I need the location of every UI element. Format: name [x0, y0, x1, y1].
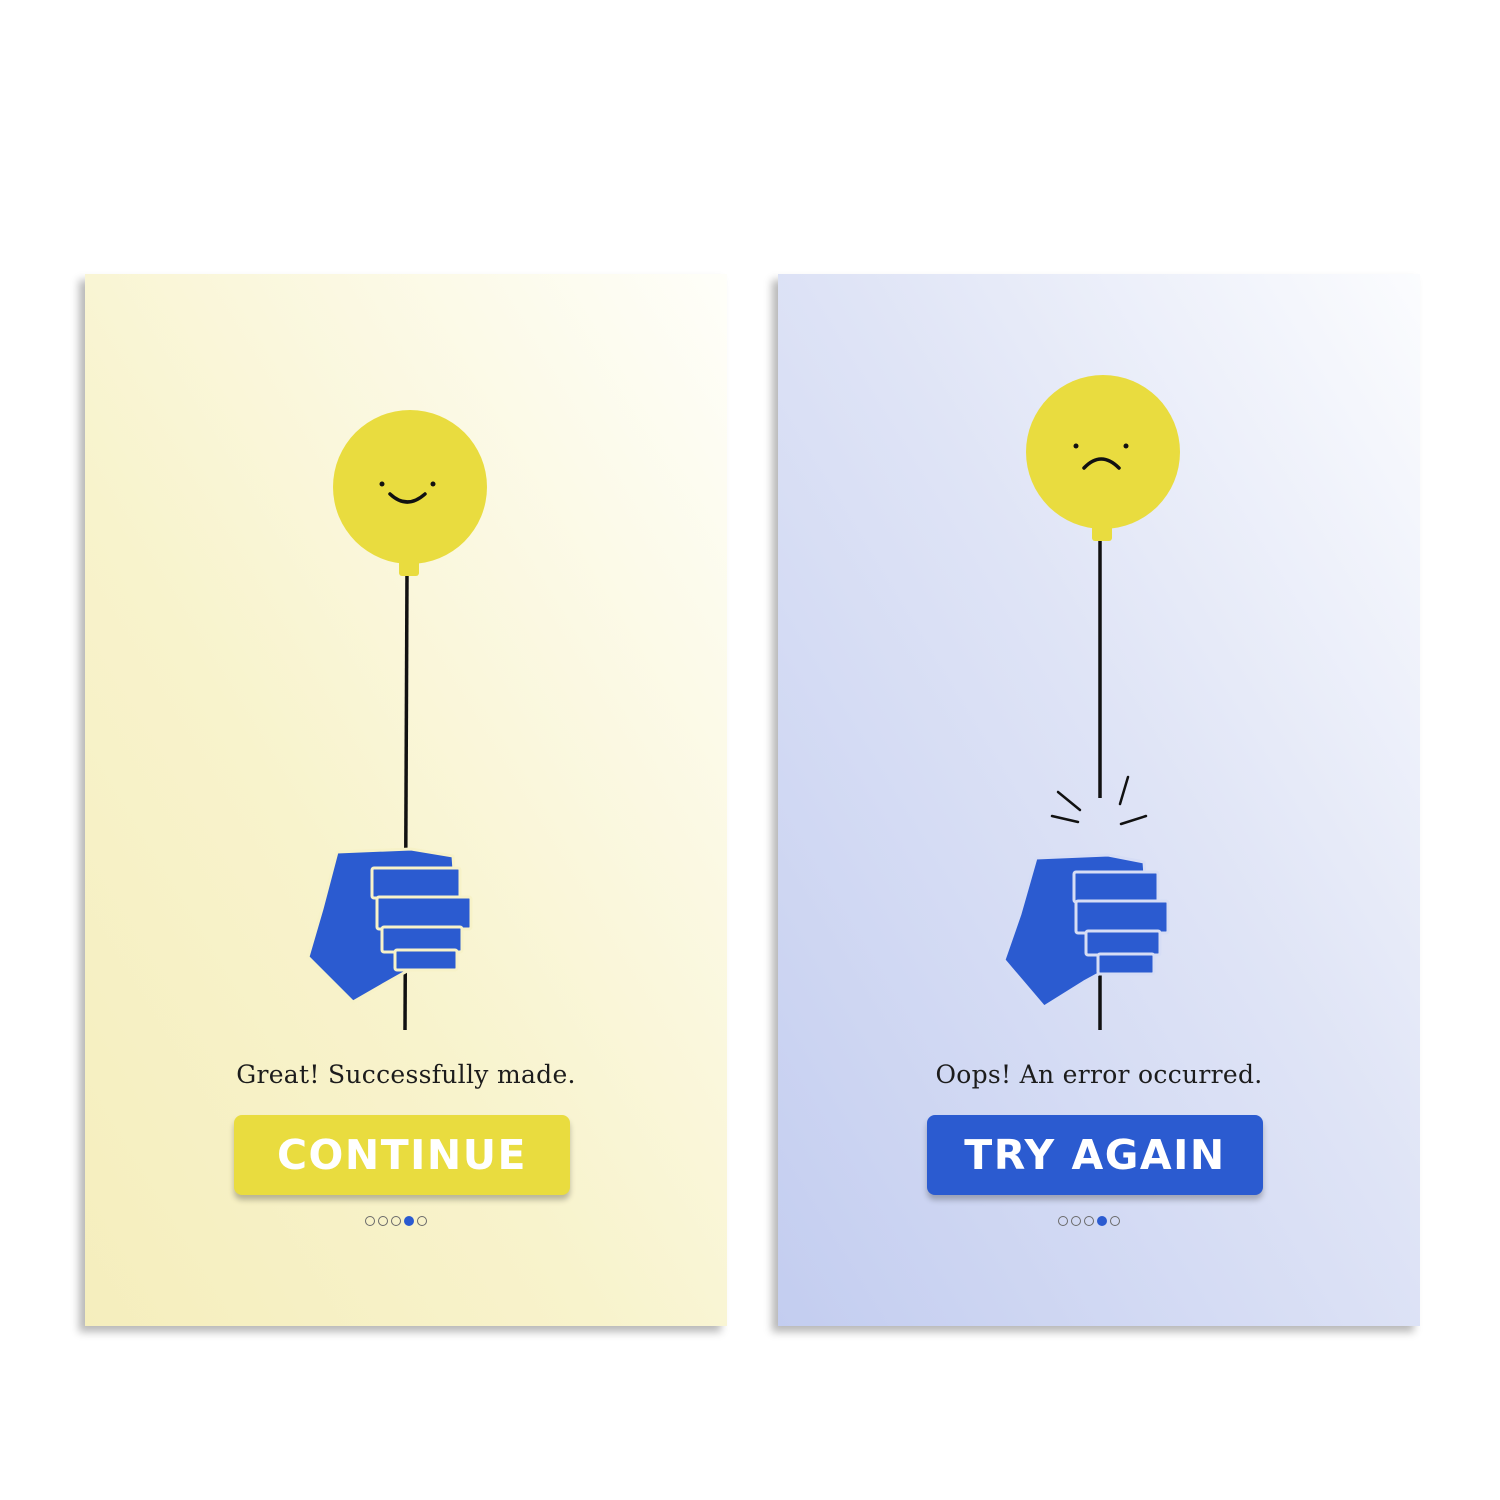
pagination-dot[interactable]: [1058, 1216, 1068, 1226]
error-message: Oops! An error occurred.: [935, 1060, 1263, 1089]
pagination-dot[interactable]: [365, 1216, 375, 1226]
pagination-dot[interactable]: [417, 1216, 427, 1226]
pagination-dot[interactable]: [391, 1216, 401, 1226]
success-screen: Great! Successfully made. CONTINUE: [85, 274, 727, 1326]
success-message: Great! Successfully made.: [236, 1060, 576, 1089]
hand-icon: [306, 847, 473, 1004]
error-screen: Oops! An error occurred. TRY AGAIN: [778, 274, 1420, 1326]
hand-icon: [1002, 853, 1170, 1009]
pagination-dot[interactable]: [378, 1216, 388, 1226]
broken-balloon-illustration: [1002, 375, 1180, 1030]
continue-button[interactable]: CONTINUE: [234, 1115, 570, 1195]
pagination-dot-active[interactable]: [404, 1216, 414, 1226]
pagination-dot-active[interactable]: [1097, 1216, 1107, 1226]
pagination-dot[interactable]: [1071, 1216, 1081, 1226]
pagination-dot[interactable]: [1084, 1216, 1094, 1226]
balloon-illustration: [306, 410, 487, 1031]
pagination-dots: [1058, 1216, 1120, 1228]
pagination-dot[interactable]: [1110, 1216, 1120, 1226]
try-again-button[interactable]: TRY AGAIN: [927, 1115, 1263, 1195]
balloon-icon: [333, 410, 487, 576]
pagination-dots: [365, 1216, 427, 1228]
